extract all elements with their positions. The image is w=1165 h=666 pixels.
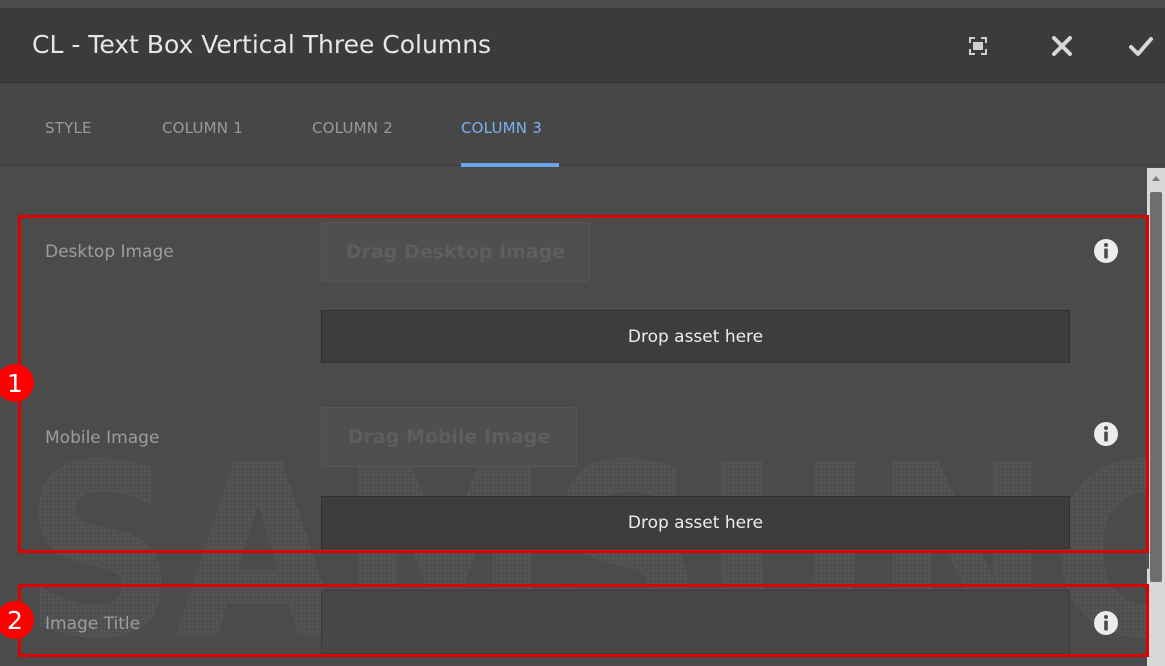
tab-column-3[interactable]: COLUMN 3 [461,119,542,137]
highlight-box-image-title [18,584,1149,657]
tab-column-2[interactable]: COLUMN 2 [312,119,393,137]
dialog-header: CL - Text Box Vertical Three Columns [0,8,1165,83]
fullscreen-icon[interactable] [966,34,990,62]
highlight-box-images [18,215,1149,553]
tab-style[interactable]: STYLE [45,119,92,137]
tab-column-1[interactable]: COLUMN 1 [162,119,243,137]
active-tab-indicator [461,163,559,167]
checkmark-icon[interactable] [1128,34,1154,62]
close-icon[interactable] [1050,34,1074,62]
dialog-title: CL - Text Box Vertical Three Columns [32,30,492,59]
scroll-up-arrow-icon[interactable] [1152,176,1160,181]
scrollbar-thumb[interactable] [1150,192,1162,582]
tab-bar: STYLE COLUMN 1 COLUMN 2 COLUMN 3 [0,83,1165,167]
